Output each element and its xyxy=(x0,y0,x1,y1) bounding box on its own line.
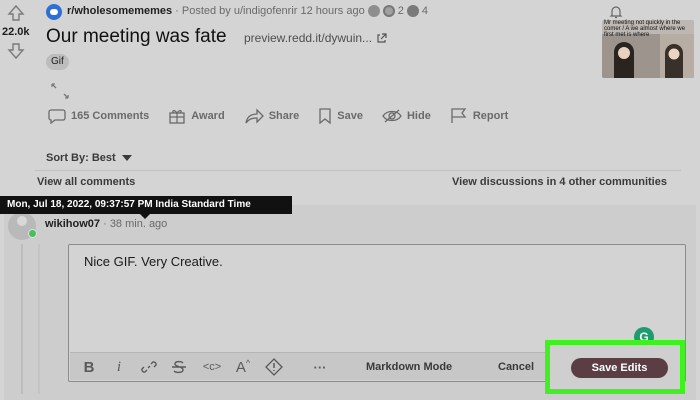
hide-label: Hide xyxy=(406,110,431,122)
award-icon xyxy=(382,5,395,17)
save-edits-button[interactable]: Save Edits xyxy=(571,358,668,378)
comment-header: wikihow07 · 38 min. ago xyxy=(45,218,167,230)
caret-up-icon: ^ xyxy=(245,358,251,368)
thread-line[interactable] xyxy=(21,244,23,394)
subreddit-icon[interactable] xyxy=(46,4,62,20)
bold-button[interactable]: B xyxy=(78,353,100,381)
link-icon xyxy=(141,359,157,375)
report-label: Report xyxy=(472,110,509,122)
markdown-mode-button[interactable]: Markdown Mode xyxy=(366,353,452,381)
post-title[interactable]: Our meeting was fate xyxy=(46,26,227,48)
view-all-comments-link[interactable]: View all comments xyxy=(37,176,135,188)
post-link-text[interactable]: preview.redd.it/dywuin... xyxy=(244,31,372,45)
post-link[interactable]: preview.redd.it/dywuin... xyxy=(244,31,387,45)
comment-username[interactable]: wikihow07 xyxy=(45,218,100,230)
award-button[interactable]: Award xyxy=(168,108,225,124)
external-link-icon xyxy=(376,32,387,44)
post-meta: r/wholesomememes · Posted by u/indigofen… xyxy=(67,5,428,17)
sort-dropdown[interactable]: Sort By: Best xyxy=(46,152,132,164)
caret-down-icon xyxy=(121,155,132,161)
online-indicator xyxy=(28,229,37,238)
upvote-icon[interactable] xyxy=(7,4,25,22)
sort-label: Sort By: Best xyxy=(46,152,116,164)
comments-button[interactable]: 165 Comments xyxy=(48,108,149,124)
italic-button[interactable]: i xyxy=(108,353,130,381)
divider xyxy=(35,170,681,171)
strikethrough-icon xyxy=(171,359,187,375)
subreddit-link[interactable]: r/wholesomememes xyxy=(67,5,172,17)
tooltip-arrow xyxy=(140,214,150,219)
superscript-button[interactable]: A ^ xyxy=(232,353,254,381)
save-button[interactable]: Save xyxy=(318,108,363,124)
eye-slash-icon xyxy=(382,108,402,124)
view-discussions-link[interactable]: View discussions in 4 other communities xyxy=(452,176,667,188)
bookmark-icon xyxy=(318,108,332,124)
hide-button[interactable]: Hide xyxy=(382,108,431,124)
post-flair[interactable]: Gif xyxy=(46,54,69,70)
comments-label: 165 Comments xyxy=(71,110,150,122)
avatar-head xyxy=(17,216,27,226)
award-label: Award xyxy=(191,110,225,122)
award-count: 4 xyxy=(421,5,428,17)
spoiler-icon xyxy=(265,358,283,376)
more-options-button[interactable]: ··· xyxy=(308,353,332,381)
spoiler-button[interactable] xyxy=(262,353,286,381)
timestamp-tooltip: Mon, Jul 18, 2022, 09:37:57 PM India Sta… xyxy=(0,196,292,214)
expand-icon[interactable] xyxy=(50,82,70,100)
award-count: 2 xyxy=(397,5,404,17)
award-icon xyxy=(367,5,380,17)
superscript-letter: A xyxy=(235,358,246,376)
report-button[interactable]: Report xyxy=(450,108,508,124)
save-label: Save xyxy=(337,110,363,122)
link-button[interactable] xyxy=(138,353,160,381)
award-icon xyxy=(406,5,419,17)
bell-icon[interactable] xyxy=(608,4,624,20)
thread-line[interactable] xyxy=(38,244,40,394)
share-button[interactable]: Share xyxy=(244,108,300,124)
thumbnail-caption: Mr meeting not quickly in the comer / A … xyxy=(604,20,686,38)
share-icon xyxy=(244,108,264,124)
inline-code-button[interactable]: <c> xyxy=(198,353,226,381)
comment-icon xyxy=(48,108,66,124)
flag-icon xyxy=(450,108,468,124)
strikethrough-button[interactable] xyxy=(168,353,190,381)
post-actions: 165 Comments Award Share Save Hide Repor… xyxy=(48,108,527,124)
vote-score: 22.0k xyxy=(2,26,30,38)
posted-by: · Posted by u/indigofenrir 12 hours ago xyxy=(175,5,365,17)
comment-time[interactable]: · 38 min. ago xyxy=(103,218,167,230)
gift-icon xyxy=(168,108,186,124)
downvote-icon[interactable] xyxy=(7,42,25,60)
comment-editor-text[interactable]: Nice GIF. Very Creative. xyxy=(84,254,223,269)
cancel-button[interactable]: Cancel xyxy=(498,353,534,381)
share-label: Share xyxy=(268,110,300,122)
